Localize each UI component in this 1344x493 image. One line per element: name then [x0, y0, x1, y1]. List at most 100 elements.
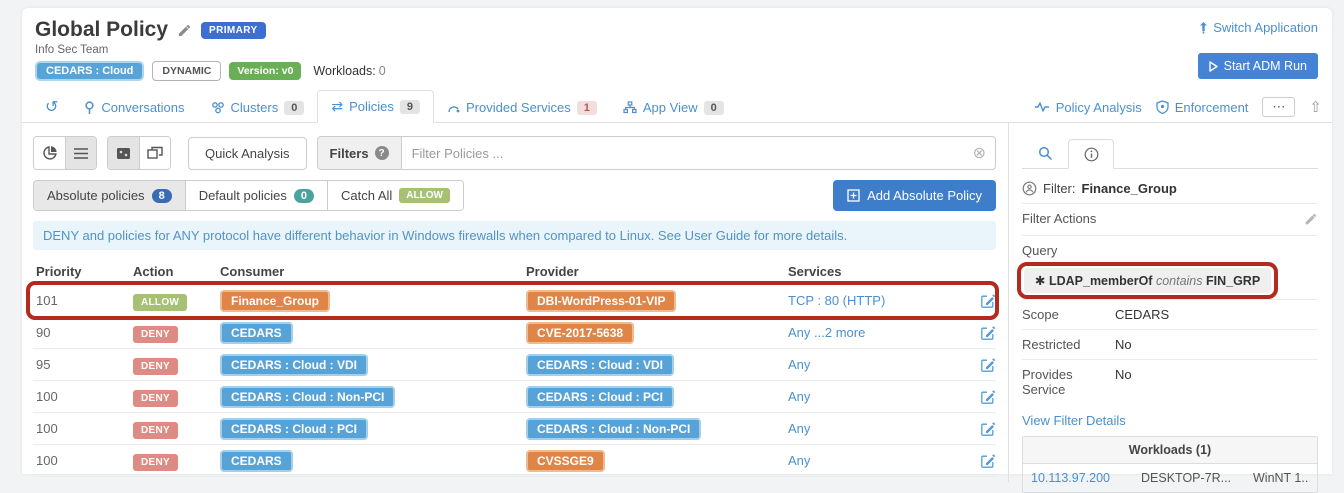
switch-application-icon — [1200, 22, 1208, 34]
detail-value: No — [1115, 337, 1132, 352]
asterisk-icon: ✱ — [1035, 274, 1046, 288]
services-link[interactable]: Any — [788, 453, 810, 468]
edit-policy-icon — [981, 453, 996, 468]
consumer-label[interactable]: CEDARS : Cloud : Non-PCI — [220, 385, 396, 408]
policies-table-header: Priority Action Consumer Provider Servic… — [33, 258, 996, 285]
quick-analysis-button[interactable]: Quick Analysis — [188, 136, 307, 170]
policy-row: 90 DENY CEDARS CVE-2017-5638 Any ...2 more — [33, 317, 996, 349]
filter-policies-input[interactable] — [401, 145, 964, 161]
workload-row: 10.113.97.200 DESKTOP-7R... WinNT 1... — [1023, 464, 1317, 492]
provider-label[interactable]: CEDARS : Cloud : Non-PCI — [526, 417, 702, 440]
tab-default-policies[interactable]: Default policies 0 — [184, 181, 327, 210]
tab-clusters[interactable]: Clusters 0 — [198, 93, 318, 122]
provider-label[interactable]: DBI-WordPress-01-VIP — [526, 289, 677, 312]
policies-count-badge: 9 — [399, 99, 420, 114]
edit-policy-button[interactable] — [980, 293, 996, 309]
dynamic-badge: DYNAMIC — [152, 61, 222, 81]
services-link[interactable]: Any — [788, 421, 810, 436]
tab-conversations[interactable]: Conversations — [71, 93, 197, 122]
services-link[interactable]: Any — [788, 389, 810, 404]
policy-row: 100 DENY CEDARS CVSSGE9 Any — [33, 445, 996, 477]
workload-ip-link[interactable]: 10.113.97.200 — [1031, 471, 1141, 485]
policy-type-tabs: Absolute policies 8 Default policies 0 C… — [33, 180, 996, 211]
services-link[interactable]: Any ...2 more — [788, 325, 865, 340]
map-thumbnail-icon — [117, 147, 130, 159]
policy-priority: 90 — [36, 325, 51, 340]
absolute-policies-count-badge: 8 — [151, 188, 172, 203]
query-annotation: ✱ LDAP_memberOf contains FIN_GRP — [1016, 262, 1279, 299]
map-view-button[interactable] — [108, 137, 139, 169]
tab-app-view[interactable]: App View 0 — [610, 93, 737, 122]
filter-actions-row: Filter Actions — [1022, 203, 1318, 233]
edit-policy-button[interactable] — [980, 453, 996, 469]
policy-row: 100 DENY CEDARS : Cloud : Non-PCI CEDARS : … — [33, 381, 996, 413]
panel-tab-info[interactable] — [1068, 139, 1114, 169]
windows-view-button[interactable] — [139, 137, 170, 169]
edit-policy-icon — [981, 389, 996, 404]
tab-absolute-policies[interactable]: Absolute policies 8 — [34, 181, 185, 210]
edit-policy-button[interactable] — [980, 325, 996, 341]
policy-priority: 101 — [36, 293, 58, 308]
services-link[interactable]: Any — [788, 357, 810, 372]
panel-tab-search[interactable] — [1022, 138, 1068, 168]
detail-label: Provides Service — [1022, 367, 1073, 397]
consumer-label[interactable]: CEDARS : Cloud : VDI — [220, 353, 368, 376]
view-filter-details-link[interactable]: View Filter Details — [1022, 413, 1126, 428]
history-icon: ↺ — [45, 99, 59, 116]
play-icon — [1208, 60, 1218, 72]
filter-bar: Filters ? ⊗ — [316, 136, 996, 170]
edit-policy-button[interactable] — [980, 357, 996, 373]
consumer-label[interactable]: Finance_Group — [220, 289, 331, 312]
tab-catch-all[interactable]: Catch All ALLOW — [326, 181, 463, 210]
scope-label-badge[interactable]: CEDARS : Cloud — [35, 61, 145, 81]
action-badge: DENY — [133, 421, 178, 439]
list-view-button[interactable] — [65, 137, 96, 169]
search-icon — [1038, 146, 1052, 160]
pie-view-button[interactable] — [34, 137, 65, 169]
primary-badge: PRIMARY — [201, 21, 266, 39]
version-badge: Version: v0 — [229, 62, 302, 80]
policies-toolbar: Quick Analysis Filters ? ⊗ — [33, 136, 996, 170]
edit-filter-icon[interactable] — [1304, 212, 1318, 226]
default-policies-count-badge: 0 — [293, 188, 314, 203]
policy-priority: 95 — [36, 357, 51, 372]
detail-label: Restricted — [1022, 337, 1081, 352]
services-link[interactable]: TCP : 80 (HTTP) — [788, 293, 885, 308]
collapse-panel-icon[interactable]: ⇧ — [1309, 98, 1322, 116]
more-options-button[interactable]: ⋯ — [1262, 97, 1296, 117]
tab-provided-services[interactable]: Provided Services 1 — [434, 93, 610, 122]
policies-table: Priority Action Consumer Provider Servic… — [26, 258, 999, 477]
clear-filter-icon[interactable]: ⊗ — [964, 143, 995, 163]
enforcement-link[interactable]: Enforcement — [1156, 100, 1248, 115]
consumer-label[interactable]: CEDARS — [220, 321, 293, 344]
query-expression[interactable]: ✱ LDAP_memberOf contains FIN_GRP — [1024, 268, 1272, 293]
tab-history[interactable]: ↺ — [32, 94, 71, 122]
add-square-icon — [847, 189, 860, 202]
edit-policy-button[interactable] — [980, 389, 996, 405]
edit-title-icon[interactable] — [177, 23, 192, 38]
provider-label[interactable]: CVSSGE9 — [526, 449, 605, 472]
consumer-label[interactable]: CEDARS — [220, 449, 293, 472]
provider-label[interactable]: CEDARS : Cloud : VDI — [526, 353, 674, 376]
edit-policy-button[interactable] — [980, 421, 996, 437]
clusters-icon — [211, 102, 224, 114]
policy-analysis-link[interactable]: Policy Analysis — [1034, 100, 1142, 115]
provider-label[interactable]: CVE-2017-5638 — [526, 321, 635, 344]
clusters-count-badge: 0 — [284, 100, 305, 115]
page-title: Global Policy — [35, 18, 169, 41]
workload-name: DESKTOP-7R... — [1141, 471, 1232, 485]
edit-policy-icon — [981, 357, 996, 372]
tab-policies[interactable]: ⇄ Policies 9 — [317, 90, 434, 123]
filters-label[interactable]: Filters ? — [317, 137, 402, 169]
edit-policy-icon — [981, 421, 996, 436]
provider-label[interactable]: CEDARS : Cloud : PCI — [526, 385, 674, 408]
switch-application-link[interactable]: Switch Application — [1198, 20, 1318, 35]
policy-analysis-icon — [1034, 102, 1049, 112]
workloads-count: Workloads: 0 — [313, 64, 386, 78]
filters-help-icon[interactable]: ? — [374, 146, 389, 160]
start-adm-run-button[interactable]: Start ADM Run — [1197, 53, 1318, 79]
detail-value: No — [1115, 367, 1132, 382]
consumer-label[interactable]: CEDARS : Cloud : PCI — [220, 417, 368, 440]
action-badge: DENY — [133, 325, 178, 343]
add-absolute-policy-button[interactable]: Add Absolute Policy — [833, 180, 996, 211]
